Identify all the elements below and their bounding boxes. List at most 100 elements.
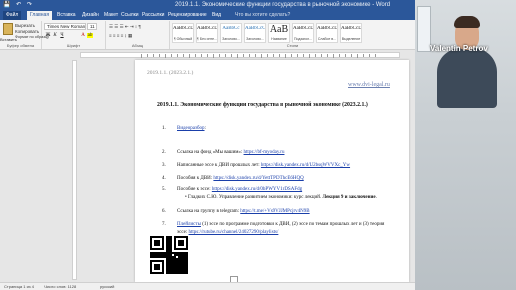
style-name: Заголово... xyxy=(222,37,240,41)
ruler-tick xyxy=(291,54,292,57)
style-name: Заголово... xyxy=(246,37,264,41)
ruler-tick xyxy=(279,54,280,57)
list-text: Видеоразбор: xyxy=(177,126,206,131)
style-4[interactable]: AaB Название xyxy=(268,23,290,43)
quick-access-toolbar[interactable]: 💾 ↶ ↷ xyxy=(3,0,34,11)
tab-mailings[interactable]: Рассылки xyxy=(142,11,164,20)
style-0[interactable]: AaBbCcDd ¶ Обычный xyxy=(172,23,194,43)
style-5[interactable]: AaBbCcD Подзагол... xyxy=(292,23,314,43)
ruler-tick xyxy=(207,54,208,57)
tell-me-search[interactable]: Что вы хотите сделать? xyxy=(235,11,290,20)
list-number: 6. xyxy=(162,209,166,214)
tab-home[interactable]: Главная xyxy=(27,11,53,20)
hyperlink[interactable]: https://disk.yandex.ru/d/0bPWYV1rDSAFdg xyxy=(212,187,302,192)
hyperlink[interactable]: Видеоразбор xyxy=(177,126,205,131)
ruler-tick xyxy=(249,54,250,57)
font-color-button[interactable]: A xyxy=(80,33,86,38)
italic-button[interactable]: К xyxy=(52,33,58,38)
style-6[interactable]: AaBbCcDd Слабое в... xyxy=(316,23,338,43)
font-size-select[interactable]: 11 xyxy=(87,23,97,30)
tab-design[interactable]: Дизайн xyxy=(82,11,99,20)
qr-module xyxy=(158,244,160,246)
qr-module xyxy=(162,248,164,250)
hyperlink[interactable]: https://rutube.ru/channel/24027290/playl… xyxy=(189,230,279,235)
tab-file[interactable]: Файл xyxy=(3,11,22,20)
style-name: Название xyxy=(271,37,287,41)
site-link[interactable]: www.dvi-legal.ru xyxy=(348,82,390,88)
ruler-tick xyxy=(237,54,238,58)
tab-references[interactable]: Ссылки xyxy=(121,11,139,20)
webcam-overlay: Valentin Petrov xyxy=(415,0,516,290)
hyperlink[interactable]: https://t.me/+Vs9VJJMPcjrv4N9B xyxy=(240,209,309,214)
language-indicator[interactable]: русский xyxy=(100,283,114,290)
qr-module xyxy=(186,248,188,250)
copy-button[interactable]: Копировать xyxy=(15,29,39,34)
ruler-tick xyxy=(363,54,364,57)
ruler-tick xyxy=(225,54,226,57)
paragraph-group: ☰ ☰ ☰ ⇤ ⇥ ↕ ¶ ≡ ≡ ≡ ≡ ↨ ▦ Абзац xyxy=(106,21,170,49)
list-number: 1. xyxy=(162,126,166,131)
style-sample: AaBbCcDd xyxy=(197,26,217,31)
style-sample: AaBbCcDd xyxy=(341,26,361,31)
tab-review[interactable]: Рецензирование xyxy=(168,11,207,20)
window-title: 2019.1.1. Экономические функции государс… xyxy=(175,2,391,8)
list-text: Написанные эссе к ДВИ прошлых лет: https… xyxy=(177,163,350,168)
ruler-tick xyxy=(339,54,340,57)
presenter-body xyxy=(437,48,497,108)
list-number: 4. xyxy=(162,176,166,181)
font-name-select[interactable]: Times New Roman xyxy=(44,23,86,30)
presenter-name: Valentin Petrov xyxy=(430,44,488,53)
text-run: • Гладких С.Ю. Управление развитием экон… xyxy=(185,195,323,200)
ruler-tick xyxy=(369,54,370,57)
ruler-tick xyxy=(273,54,274,57)
ruler-tick xyxy=(195,54,196,57)
list-text: Пособие к эссе: https://disk.yandex.ru/d… xyxy=(177,187,302,192)
list-number: 5. xyxy=(162,187,166,192)
vertical-ruler[interactable] xyxy=(72,60,77,280)
tab-insert[interactable]: Вставка xyxy=(57,11,76,20)
hyperlink[interactable]: https://bf-myoday.ru xyxy=(244,150,285,155)
document-page[interactable]: 2019.1.1. (2023.2.1.) www.dvi-legal.ru 2… xyxy=(135,60,409,282)
ruler-tick xyxy=(297,54,298,57)
style-3[interactable]: AaBbCcC Заголово... xyxy=(244,23,266,43)
style-7[interactable]: AaBbCcDd Выделение xyxy=(340,23,362,43)
ruler-tick xyxy=(321,54,322,57)
styles-label: Стили xyxy=(286,43,299,48)
ruler-tick xyxy=(219,54,220,57)
bullets-icon[interactable]: ☰ ☰ ☰ ⇤ ⇥ ↕ ¶ xyxy=(109,24,141,30)
hyperlink[interactable]: Плейлисты xyxy=(177,222,201,227)
style-name: Подзагол... xyxy=(293,37,312,41)
text-run: Ссылка на фонд «Мы вашим»: xyxy=(177,150,244,155)
background-window xyxy=(417,6,431,52)
hyperlink[interactable]: https://disk.yandex.ru/d/U2bsqWVVXc_Yw xyxy=(261,163,350,168)
clipboard-group: Вставить Вырезать Копировать Формат по о… xyxy=(0,21,49,49)
ruler-tick xyxy=(309,54,310,58)
text-run: Ссылка на группу в telegram: xyxy=(177,209,241,214)
document-title: 2019.1.1. Экономические функции государс… xyxy=(157,102,368,108)
ruler-tick xyxy=(159,54,160,57)
tab-layout[interactable]: Макет xyxy=(104,11,118,20)
style-1[interactable]: AaBbCcDd ¶ Без инте... xyxy=(196,23,218,43)
highlight-button[interactable]: ab xyxy=(87,33,93,38)
style-sample: AaBbCcDd xyxy=(173,26,193,31)
underline-button[interactable]: Ч xyxy=(59,33,65,38)
horizontal-ruler[interactable] xyxy=(80,52,400,58)
word-count[interactable]: Число слов: 1128 xyxy=(44,283,76,290)
bold-button[interactable]: Ж xyxy=(45,33,51,38)
tab-view[interactable]: Вид xyxy=(212,11,221,20)
styles-group: AaBbCcDd¶ ОбычныйAaBbCcDd¶ Без инте...Aa… xyxy=(170,21,415,49)
paste-icon[interactable] xyxy=(3,23,13,35)
cut-button[interactable]: Вырезать xyxy=(15,23,35,28)
qr-module xyxy=(162,272,164,274)
style-2[interactable]: AaBbCс Заголово... xyxy=(220,23,242,43)
text-run: (1) эссе по программе подготовки к ДВИ, … xyxy=(200,222,385,227)
ruler-tick xyxy=(153,54,154,57)
ruler-tick xyxy=(267,54,268,57)
hyperlink[interactable]: https://disk.yandex.ru/d/YettTPDThcE6HQQ xyxy=(213,176,303,181)
ruler-tick xyxy=(333,54,334,58)
ruler-tick xyxy=(261,54,262,58)
align-icons[interactable]: ≡ ≡ ≡ ≡ ↨ ▦ xyxy=(109,33,132,39)
ruler-tick xyxy=(345,54,346,57)
page-count[interactable]: Страница 1 из 4 xyxy=(4,283,34,290)
style-name: Слабое в... xyxy=(317,37,337,41)
